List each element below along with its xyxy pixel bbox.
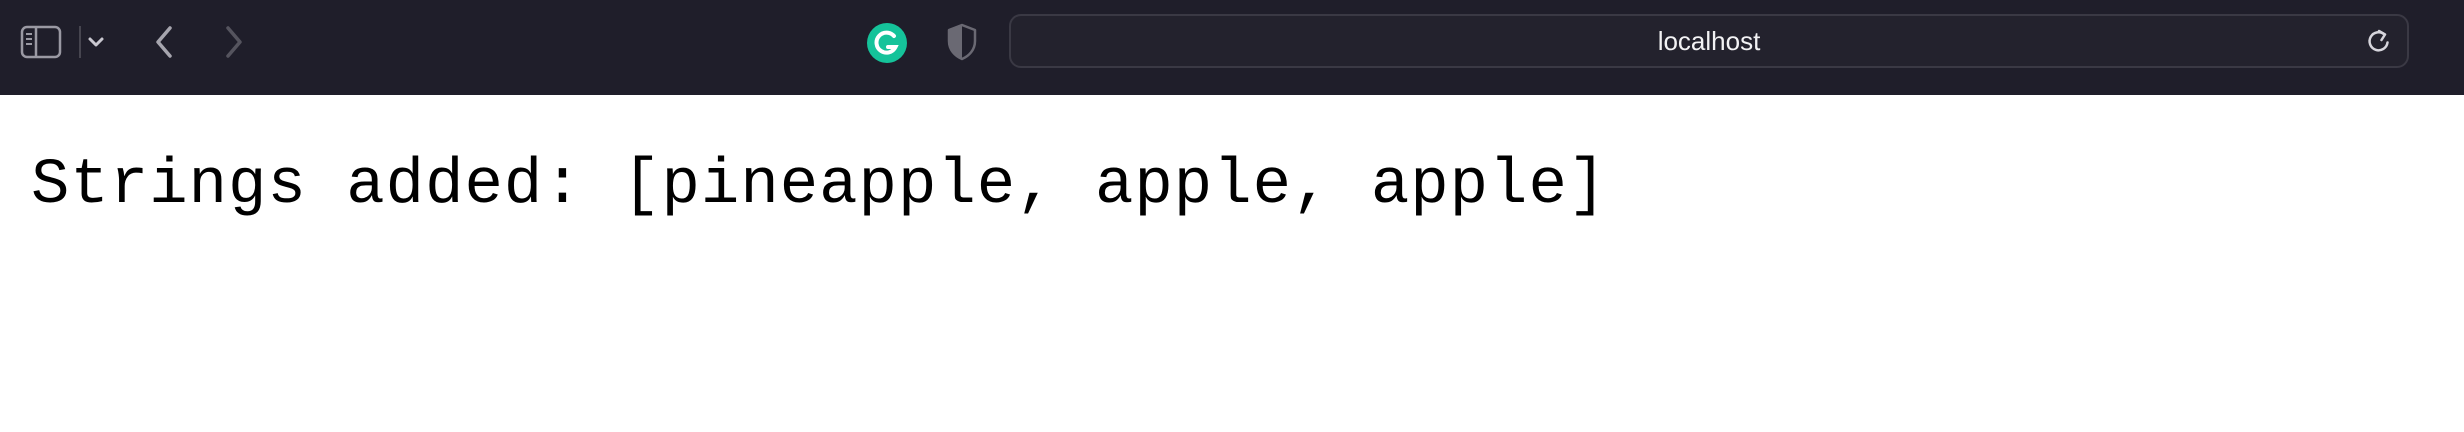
forward-arrow-icon[interactable] xyxy=(218,22,250,62)
page-output-text: Strings added: [pineapple, apple, apple] xyxy=(31,150,1608,222)
grammarly-icon[interactable] xyxy=(866,22,908,64)
address-text[interactable]: localhost xyxy=(1011,16,2407,66)
address-bar[interactable]: localhost xyxy=(1009,14,2409,68)
back-arrow-icon[interactable] xyxy=(148,22,180,62)
browser-toolbar: localhost xyxy=(0,0,2464,95)
chevron-down-icon[interactable] xyxy=(84,26,108,58)
reload-icon[interactable] xyxy=(2365,27,2393,55)
toolbar-divider xyxy=(79,26,81,58)
sidebar-icon[interactable] xyxy=(20,24,64,60)
shield-icon[interactable] xyxy=(944,22,980,62)
